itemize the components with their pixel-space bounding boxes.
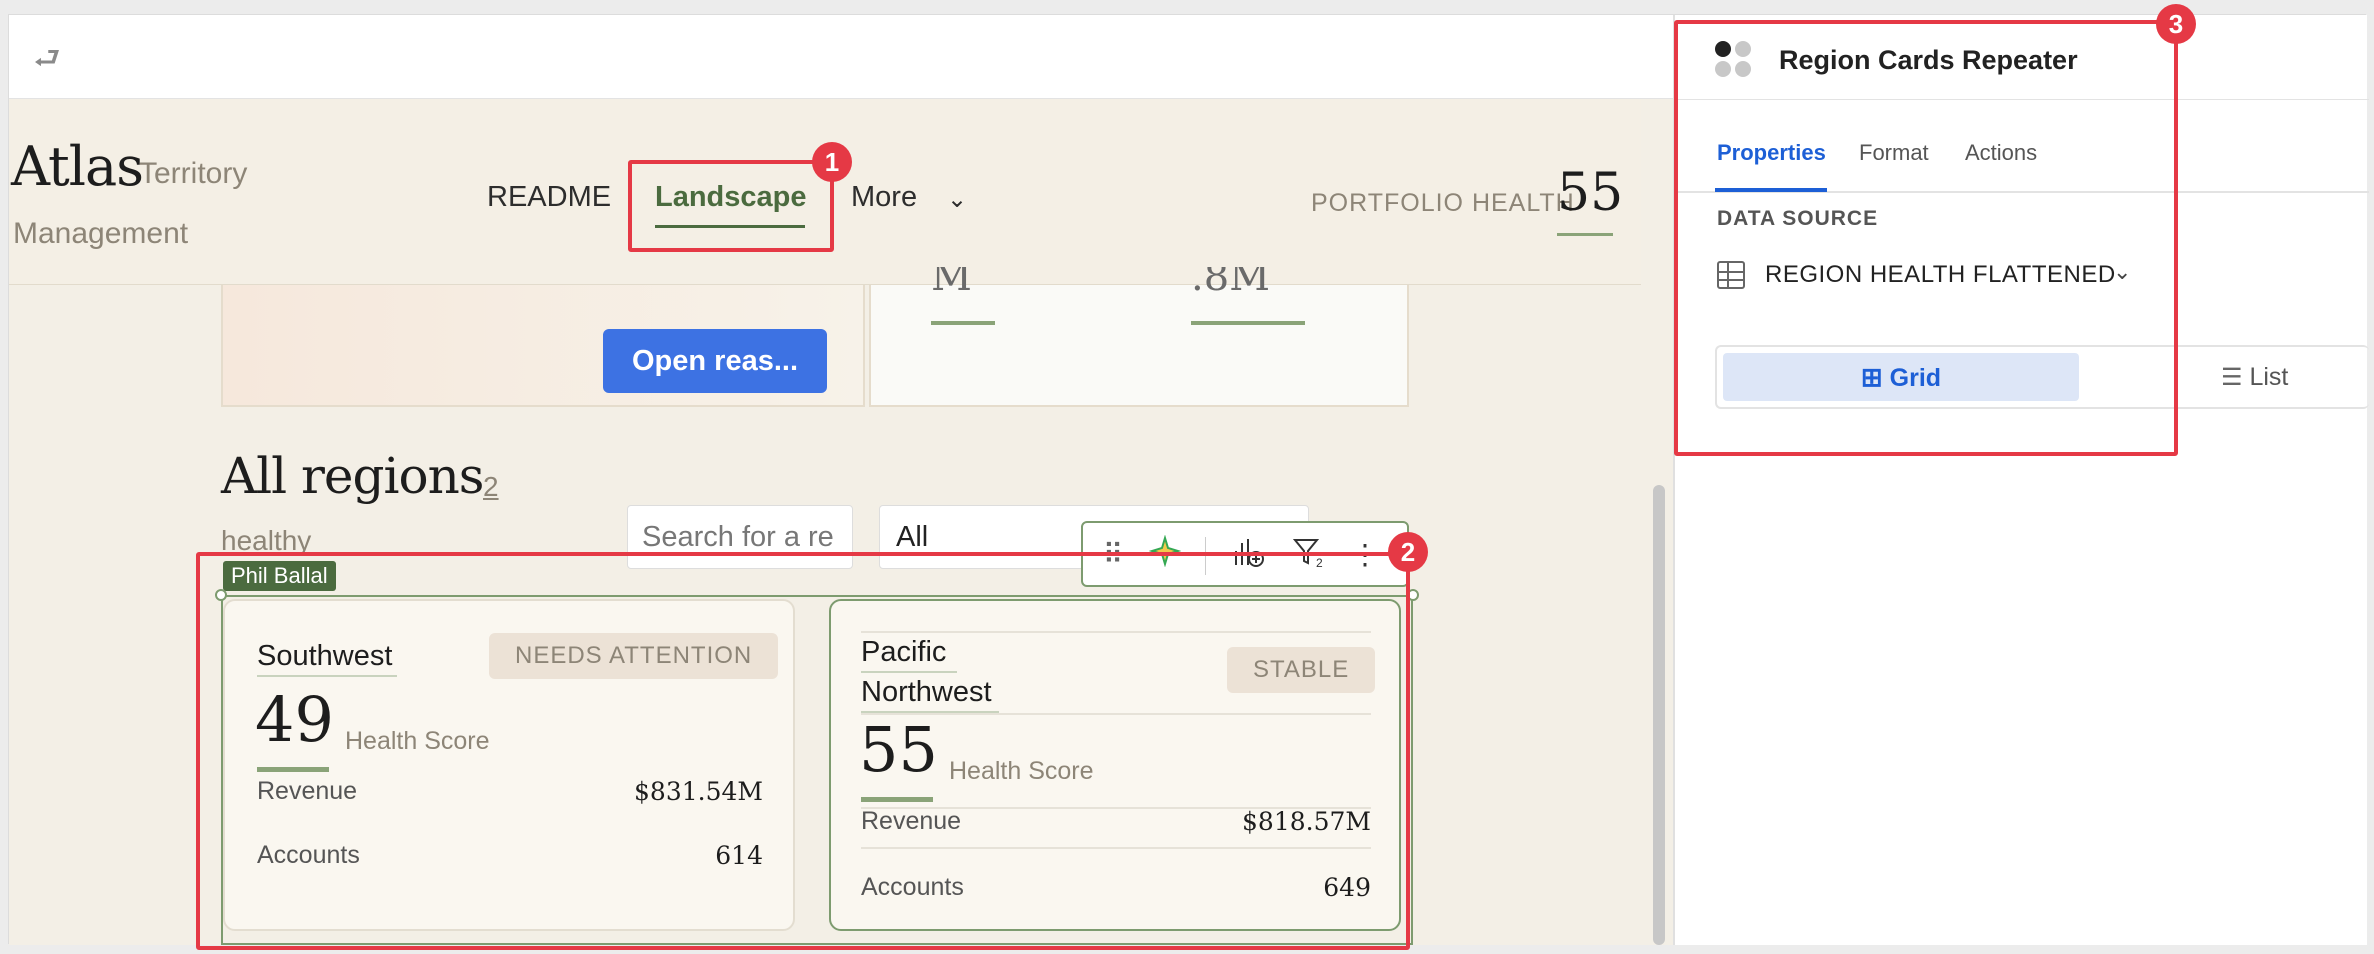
hero-stat-underline-2 [1191,321,1305,325]
annotation-number: 1 [812,142,852,182]
canvas-scrollbar[interactable] [1653,485,1665,945]
portfolio-health-underline [1557,233,1613,236]
regions-count[interactable]: 2 [483,471,499,503]
regions-title: All regions [221,447,484,505]
nav-readme[interactable]: README [487,181,611,214]
portfolio-health-value: 55 [1557,163,1624,223]
annotation-box [196,552,1410,950]
view-list-label: List [2249,363,2289,391]
chevron-down-icon[interactable]: ⌄ [947,185,967,214]
portfolio-health-label: PORTFOLIO HEALTH [1311,189,1575,217]
canvas-topbar: ⮐ [9,15,1673,99]
nav-more[interactable]: More [851,181,917,214]
annotation-number: 2 [1388,532,1428,572]
hero-stat-value-2: .8M [1191,267,1271,297]
view-list-button[interactable]: ☰ List [2221,353,2371,401]
hero-stats-card [869,285,1409,407]
annotation-number: 3 [2156,4,2196,44]
hero-stat-underline [931,321,995,325]
brand-subtitle: Territory [139,157,248,190]
annotation-box [1674,20,2178,456]
hero-stat-value: M [931,267,972,297]
open-reasoning-button[interactable]: Open reas... [603,329,827,393]
brand-title: Atlas [11,135,144,198]
list-icon: ☰ [2221,364,2243,391]
brand-subtitle-2: Management [13,217,189,250]
undo-arrow-icon[interactable]: ⮐ [27,39,67,79]
annotation-box [628,160,834,252]
